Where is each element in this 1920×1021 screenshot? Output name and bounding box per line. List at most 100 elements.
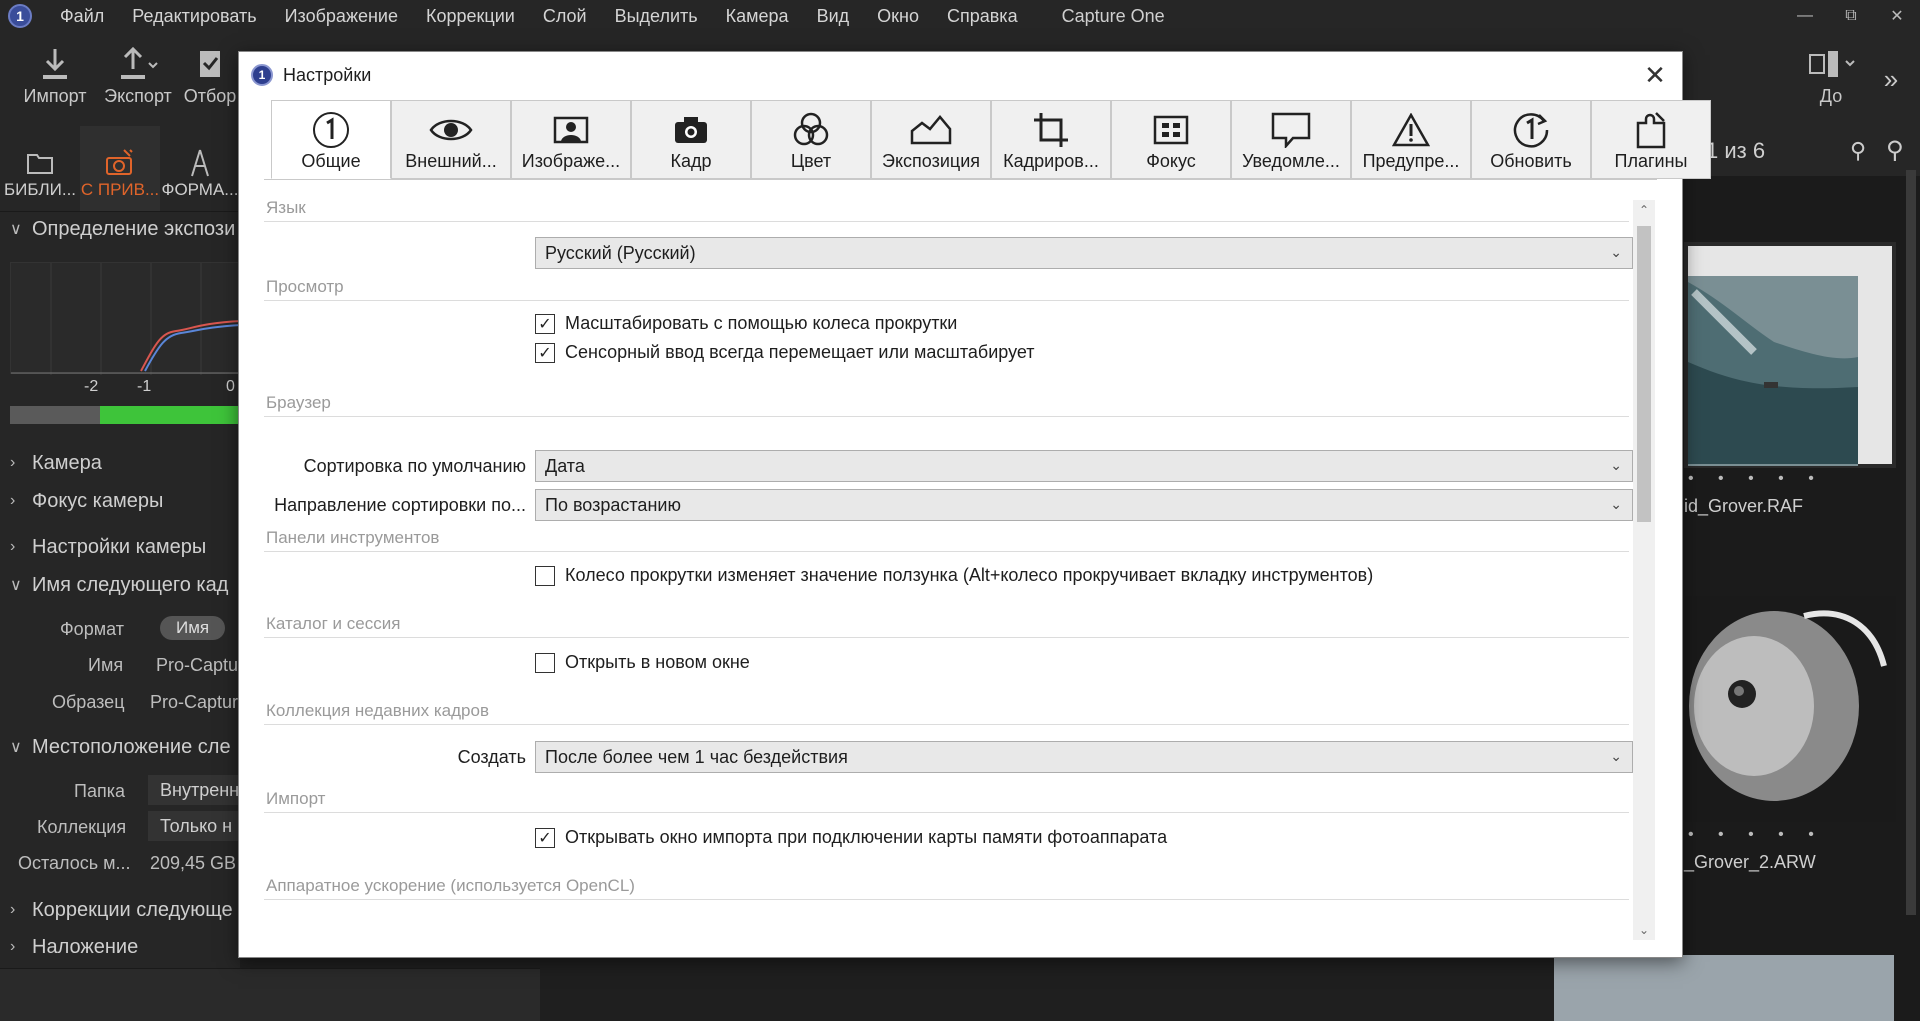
section-camera-settings[interactable]: › Настройки камеры: [0, 530, 240, 564]
select-tool[interactable]: Отбор: [182, 42, 238, 107]
waterfall-image: [1684, 242, 1896, 468]
zoom-search-icon[interactable]: ⚲: [1850, 138, 1866, 164]
import-label: Импорт: [23, 86, 87, 106]
camera-tether-icon: [80, 146, 160, 180]
section-camera[interactable]: › Камера: [0, 446, 240, 480]
before-tool[interactable]: До: [1796, 42, 1866, 107]
tab-notifications[interactable]: Уведомле...: [1231, 100, 1351, 179]
chevron-right-icon: ›: [10, 538, 16, 555]
menu-adjustments[interactable]: Коррекции: [412, 6, 529, 27]
format-name-pill[interactable]: Имя: [160, 616, 226, 640]
section-next-adjustments[interactable]: › Коррекции следующе: [0, 893, 240, 927]
scrollbar-thumb[interactable]: [1637, 226, 1651, 522]
exposure-meter: [10, 406, 240, 424]
section-next-adjustments-label: Коррекции следующе: [32, 898, 233, 921]
scroll-zoom-checkbox[interactable]: ✓: [535, 313, 555, 334]
new-window-checkbox-row[interactable]: Открыть в новом окне: [535, 652, 750, 673]
restore-button[interactable]: ⧉: [1828, 0, 1874, 32]
tab-appearance[interactable]: Внешний...: [391, 100, 511, 179]
tab-crop[interactable]: Кадриров...: [991, 100, 1111, 179]
tab-image[interactable]: Изображе...: [511, 100, 631, 179]
more-tools-icon[interactable]: »: [1876, 64, 1906, 95]
tab-capture[interactable]: Кадр: [631, 100, 751, 179]
tab-general-label: Общие: [301, 151, 361, 171]
minimize-button[interactable]: —: [1782, 0, 1828, 32]
section-camera-focus[interactable]: › Фокус камеры: [0, 484, 240, 518]
preferences-dialog: 1 Настройки ✕ Общие Внешний... Изображе.…: [238, 51, 1711, 958]
tab-composition[interactable]: ФОРМА...: [160, 126, 240, 211]
section-next-capture-name[interactable]: ∨ Имя следующего кад: [0, 568, 240, 602]
thumbnail-2[interactable]: [1684, 596, 1896, 822]
collection-label: Коллекция: [37, 817, 127, 837]
tab-general[interactable]: Общие: [271, 100, 391, 179]
section-exposure[interactable]: ∨ Определение экспози: [0, 212, 240, 246]
tab-plugins[interactable]: Плагины: [1591, 100, 1711, 179]
touch-input-checkbox-row[interactable]: ✓ Сенсорный ввод всегда перемещает или м…: [535, 342, 1035, 363]
scroll-up-icon[interactable]: ⌃: [1633, 200, 1655, 220]
thumbnail-1[interactable]: [1684, 242, 1896, 468]
tab-color[interactable]: Цвет: [751, 100, 871, 179]
tools-heading: Панели инструментов: [266, 528, 440, 547]
dialog-close-button[interactable]: ✕: [1640, 60, 1670, 90]
create-select-value: После более чем 1 час бездействия: [545, 746, 848, 767]
close-window-button[interactable]: ✕: [1874, 0, 1920, 32]
tab-update[interactable]: Обновить: [1471, 100, 1591, 179]
tab-exposure[interactable]: Экспозиция: [871, 100, 991, 179]
divider: [264, 724, 1629, 725]
name-value[interactable]: Pro-Captu: [156, 655, 238, 676]
section-overlay[interactable]: › Наложение: [0, 930, 240, 964]
tab-exposure-label: Экспозиция: [882, 151, 980, 171]
touch-input-checkbox[interactable]: ✓: [535, 342, 555, 363]
menu-camera[interactable]: Камера: [712, 6, 803, 27]
scroll-slider-checkbox[interactable]: [535, 565, 555, 586]
scroll-down-icon[interactable]: ⌄: [1633, 920, 1655, 940]
menu-window[interactable]: Окно: [863, 6, 933, 27]
browser-scrollbar[interactable]: [1906, 170, 1916, 915]
create-select[interactable]: После более чем 1 час бездействия ⌄: [535, 741, 1633, 773]
rating-dots-2[interactable]: • • • • •: [1688, 826, 1824, 844]
import-tool[interactable]: Импорт: [20, 42, 90, 107]
open-import-checkbox-row[interactable]: ✓ Открывать окно импорта при подключении…: [535, 827, 1167, 848]
menu-layer[interactable]: Слой: [529, 6, 601, 27]
menu-view[interactable]: Вид: [803, 6, 864, 27]
menu-select[interactable]: Выделить: [601, 6, 712, 27]
catalog-heading: Каталог и сессия: [266, 614, 401, 633]
scroll-zoom-checkbox-row[interactable]: ✓ Масштабировать с помощью колеса прокру…: [535, 313, 957, 334]
divider: [264, 637, 1629, 638]
select-icon: [182, 42, 238, 86]
exposure-icon: [872, 101, 990, 151]
export-tool[interactable]: Экспорт: [100, 42, 176, 107]
thumbnail-3[interactable]: [1554, 955, 1894, 1021]
menu-image[interactable]: Изображение: [271, 6, 412, 27]
sample-value: Pro-Captur: [150, 692, 239, 712]
tab-focus[interactable]: Фокус: [1111, 100, 1231, 179]
sort-select[interactable]: Дата ⌄: [535, 450, 1633, 482]
menu-help[interactable]: Справка: [933, 6, 1032, 27]
image-icon: [512, 101, 630, 151]
menu-edit[interactable]: Редактировать: [118, 6, 270, 27]
open-import-checkbox[interactable]: ✓: [535, 827, 555, 848]
tab-library-label: БИБЛИ...: [3, 180, 77, 199]
section-location[interactable]: ∨ Местоположение сле: [0, 730, 240, 764]
sample-label: Образец: [52, 692, 125, 712]
tab-warnings[interactable]: Предупре...: [1351, 100, 1471, 179]
chevron-down-icon: ∨: [10, 739, 22, 756]
section-camera-focus-label: Фокус камеры: [32, 489, 164, 512]
rating-dots-1[interactable]: • • • • •: [1688, 470, 1824, 488]
scroll-slider-checkbox-row[interactable]: Колесо прокрутки изменяет значение ползу…: [535, 565, 1373, 586]
before-label: До: [1819, 86, 1843, 106]
tab-capture[interactable]: С ПРИВ...: [80, 126, 160, 211]
new-window-checkbox[interactable]: [535, 652, 555, 673]
chevron-right-icon: ›: [10, 492, 16, 509]
window-controls: — ⧉ ✕: [1782, 0, 1920, 32]
search-icon[interactable]: ⚲: [1886, 136, 1904, 165]
preferences-scrollbar[interactable]: ⌃ ⌄: [1633, 200, 1655, 940]
divider: [264, 812, 1629, 813]
menu-file[interactable]: Файл: [46, 6, 118, 27]
language-select[interactable]: Русский (Русский) ⌄: [535, 237, 1633, 269]
update-icon: [1472, 101, 1590, 151]
sort-direction-select[interactable]: По возрастанию ⌄: [535, 489, 1633, 521]
tab-library[interactable]: БИБЛИ...: [0, 126, 80, 211]
section-location-label: Местоположение сле: [32, 735, 231, 758]
divider: [264, 300, 1629, 301]
